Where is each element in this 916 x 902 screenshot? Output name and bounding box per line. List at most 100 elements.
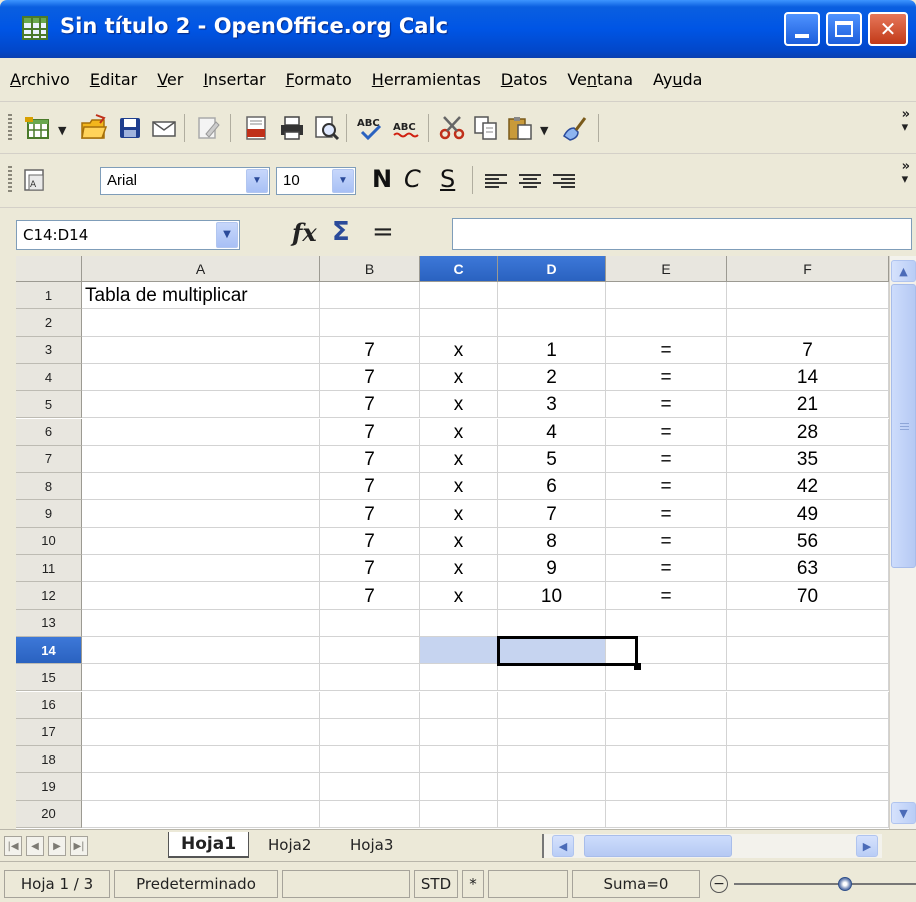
menu-datos[interactable]: Datos [501, 70, 548, 89]
cell[interactable] [420, 718, 498, 747]
fill-handle-icon[interactable] [634, 663, 641, 671]
formula-input[interactable] [452, 218, 912, 250]
column-header-e[interactable]: E [606, 256, 727, 282]
cell[interactable]: 7 [320, 473, 420, 501]
horizontal-scroll-thumb[interactable] [584, 835, 732, 857]
cell[interactable]: 7 [320, 555, 420, 583]
cell[interactable] [420, 664, 498, 692]
cell[interactable] [727, 309, 889, 337]
cell[interactable]: = [606, 391, 727, 419]
open-folder-icon[interactable] [80, 114, 108, 142]
cell[interactable]: x [420, 473, 498, 501]
cell[interactable] [82, 664, 320, 692]
cell[interactable]: x [420, 555, 498, 583]
column-header-f[interactable]: F [727, 256, 889, 282]
toolbar-overflow-icon[interactable]: » ▾ [902, 160, 910, 186]
cell[interactable]: 7 [727, 336, 889, 364]
cell[interactable] [320, 746, 420, 774]
next-sheet-icon[interactable]: ▶ [48, 836, 66, 856]
cell[interactable]: = [606, 555, 727, 583]
last-sheet-icon[interactable]: ▶| [70, 836, 88, 856]
sheet-tab-hoja2[interactable]: Hoja2 [256, 832, 323, 858]
cell[interactable]: x [420, 336, 498, 364]
column-header-a[interactable]: A [82, 256, 320, 282]
align-left-icon[interactable] [482, 168, 510, 196]
cell[interactable]: 63 [727, 555, 889, 583]
align-center-icon[interactable] [516, 168, 544, 196]
chevron-down-icon[interactable]: ▼ [246, 169, 268, 193]
cell[interactable] [606, 636, 727, 665]
row-header-17[interactable]: 17 [16, 718, 82, 747]
cell[interactable]: 49 [727, 500, 889, 528]
cut-icon[interactable] [438, 114, 466, 142]
cell[interactable]: 3 [498, 391, 606, 419]
row-header-1[interactable]: 1 [16, 282, 82, 310]
cell[interactable] [498, 691, 606, 719]
copy-icon[interactable] [472, 114, 500, 142]
cell[interactable] [727, 746, 889, 774]
cell[interactable] [606, 282, 727, 310]
column-header-b[interactable]: B [320, 256, 420, 282]
cell[interactable]: 21 [727, 391, 889, 419]
cell[interactable] [727, 609, 889, 637]
row-header-14[interactable]: 14 [16, 636, 82, 665]
cell[interactable] [606, 664, 727, 692]
row-header-20[interactable]: 20 [16, 800, 82, 828]
cell[interactable] [82, 746, 320, 774]
cell[interactable] [727, 800, 889, 828]
cell[interactable]: 56 [727, 527, 889, 555]
styles-formatting-icon[interactable]: A [22, 167, 50, 195]
cell[interactable]: 7 [320, 582, 420, 610]
row-header-6[interactable]: 6 [16, 418, 82, 446]
row-header-2[interactable]: 2 [16, 309, 82, 337]
cell[interactable]: = [606, 336, 727, 364]
row-header-18[interactable]: 18 [16, 746, 82, 774]
cell[interactable]: 10 [498, 582, 606, 610]
minimize-button[interactable] [784, 12, 820, 46]
cell[interactable] [82, 555, 320, 583]
row-header-19[interactable]: 19 [16, 773, 82, 801]
cell[interactable]: 5 [498, 445, 606, 474]
cell[interactable]: x [420, 500, 498, 528]
vertical-scrollbar[interactable]: ▲ ▼ [889, 256, 916, 829]
cell[interactable] [82, 609, 320, 637]
menu-formato[interactable]: Formato [286, 70, 352, 89]
cell[interactable]: 7 [320, 418, 420, 446]
column-header-d[interactable]: D [498, 256, 606, 282]
title-bar[interactable]: Sin título 2 - OpenOffice.org Calc ✕ [0, 0, 916, 58]
sheet-tab-hoja1[interactable]: Hoja1 [168, 832, 250, 858]
cell[interactable]: x [420, 527, 498, 555]
cell[interactable] [82, 363, 320, 392]
cell[interactable] [320, 800, 420, 828]
sum-icon[interactable]: Σ [332, 217, 350, 247]
cell[interactable] [320, 718, 420, 747]
zoom-slider-knob[interactable] [838, 877, 852, 891]
name-box[interactable]: C14:D14 ▼ [16, 220, 240, 250]
maximize-button[interactable] [826, 12, 862, 46]
cell[interactable] [420, 309, 498, 337]
row-header-4[interactable]: 4 [16, 363, 82, 392]
cell[interactable]: 70 [727, 582, 889, 610]
cell[interactable]: = [606, 527, 727, 555]
cell[interactable]: 4 [498, 418, 606, 446]
cell[interactable] [320, 691, 420, 719]
paste-icon[interactable] [506, 114, 534, 142]
edit-file-icon[interactable] [194, 114, 222, 142]
row-header-16[interactable]: 16 [16, 691, 82, 719]
cell[interactable]: 7 [320, 391, 420, 419]
cell[interactable] [82, 527, 320, 555]
cell[interactable]: 7 [498, 500, 606, 528]
cell[interactable]: = [606, 500, 727, 528]
equals-icon[interactable]: = [372, 217, 394, 247]
cell[interactable] [82, 309, 320, 337]
status-signature[interactable] [488, 870, 568, 898]
new-document-icon[interactable] [24, 114, 52, 142]
cell[interactable]: 8 [498, 527, 606, 555]
cell[interactable] [420, 282, 498, 310]
row-header-10[interactable]: 10 [16, 527, 82, 555]
cell[interactable]: x [420, 363, 498, 392]
cell[interactable]: 28 [727, 418, 889, 446]
cell[interactable] [320, 309, 420, 337]
spellcheck-icon[interactable]: ABC [356, 114, 384, 142]
status-selection-mode[interactable]: STD [414, 870, 458, 898]
